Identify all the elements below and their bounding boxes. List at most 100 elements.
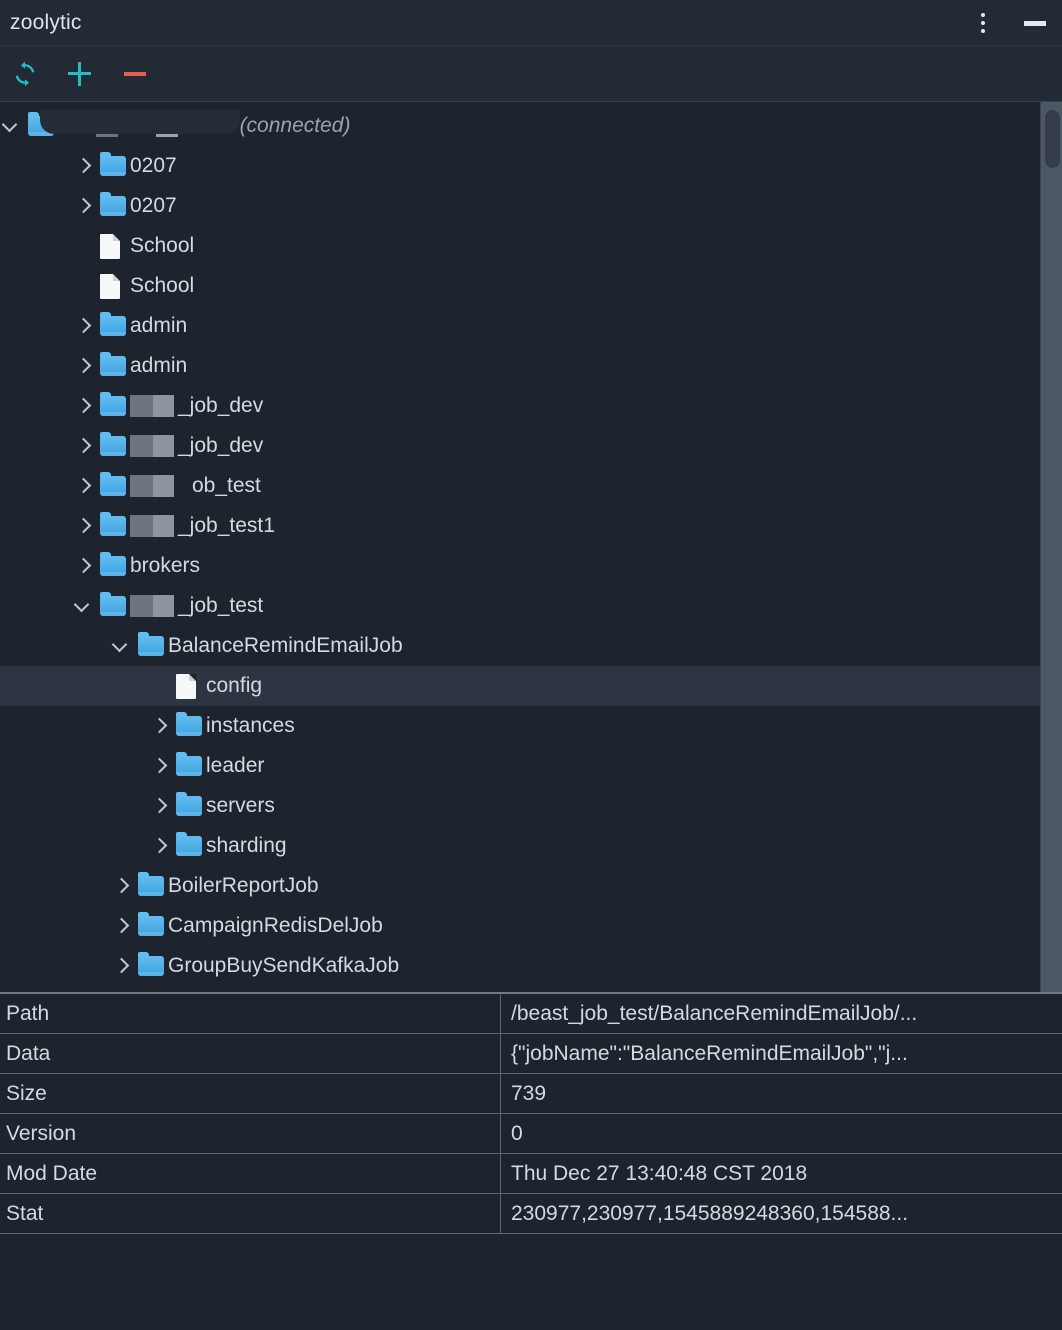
chevron-right-icon[interactable] — [72, 515, 94, 537]
tree-row-label: config — [206, 674, 262, 698]
detail-key: Mod Date — [0, 1154, 501, 1193]
tree-row[interactable]: leader — [0, 746, 1062, 786]
chevron-right-icon[interactable] — [72, 395, 94, 417]
chevron-down-icon[interactable] — [110, 635, 132, 657]
folder-icon — [138, 952, 168, 979]
tree-row-label: BalanceRemindEmailJob — [168, 634, 403, 658]
redaction-block — [130, 475, 174, 497]
tree-row[interactable]: BoilerReportJob — [0, 866, 1062, 906]
chevron-right-icon[interactable] — [72, 155, 94, 177]
tree-row[interactable]: School — [0, 226, 1062, 266]
table-row[interactable]: Mod Date Thu Dec 27 13:40:48 CST 2018 — [0, 1154, 1062, 1194]
detail-key: Version — [0, 1114, 501, 1153]
detail-value: /beast_job_test/BalanceRemindEmailJob/..… — [511, 1001, 918, 1025]
detail-key: Size — [0, 1074, 501, 1113]
tree-row-name: 0207 — [130, 154, 177, 177]
twisty-spacer — [148, 675, 170, 697]
tree-row-name: GroupBuySendKafkaJob — [168, 954, 400, 977]
tree-row[interactable]: admin — [0, 346, 1062, 386]
tree-row-label: BoilerReportJob — [168, 874, 319, 898]
detail-value: 739 — [511, 1081, 547, 1105]
file-icon — [176, 673, 206, 699]
chevron-right-icon[interactable] — [148, 795, 170, 817]
folder-icon — [100, 512, 130, 539]
tree-row-label: _job_test1 — [130, 514, 275, 538]
toolbar — [0, 46, 1062, 102]
title-bar: zoolytic — [0, 0, 1062, 46]
chevron-down-icon[interactable] — [0, 115, 22, 137]
tree-row[interactable]: CampaignRedisDelJob — [0, 906, 1062, 946]
table-row[interactable]: Size 739 — [0, 1074, 1062, 1114]
tree-row-name: config — [206, 674, 263, 697]
tree-row-name: _job_dev — [178, 434, 264, 457]
minimize-icon[interactable] — [1022, 10, 1048, 36]
chevron-right-icon[interactable] — [110, 915, 132, 937]
tree-row[interactable]: _job_test — [0, 586, 1062, 626]
tree-scrollbar-thumb[interactable] — [1045, 110, 1060, 168]
folder-icon — [138, 872, 168, 899]
table-row[interactable]: Stat 230977,230977,1545889248360,154588..… — [0, 1194, 1062, 1234]
tree-row-name: _job_test1 — [178, 514, 275, 537]
chevron-right-icon[interactable] — [148, 715, 170, 737]
tree-row-name: sharding — [206, 834, 287, 857]
chevron-right-icon[interactable] — [110, 955, 132, 977]
tree-row[interactable]: servers — [0, 786, 1062, 826]
redaction-block — [130, 595, 174, 617]
tree-row[interactable]: 0207 — [0, 146, 1062, 186]
chevron-right-icon[interactable] — [72, 355, 94, 377]
tree-row-name: CampaignRedisDelJob — [168, 914, 383, 937]
tree-row[interactable]: sharding — [0, 826, 1062, 866]
chevron-right-icon[interactable] — [72, 435, 94, 457]
kebab-menu-icon[interactable] — [974, 10, 992, 36]
chevron-right-icon[interactable] — [72, 475, 94, 497]
folder-icon — [100, 352, 130, 379]
refresh-icon[interactable] — [10, 59, 40, 89]
folder-icon — [100, 552, 130, 579]
folder-icon — [176, 832, 206, 859]
folder-icon — [100, 592, 130, 619]
folder-icon — [138, 632, 168, 659]
tree-row-label: brokers — [130, 554, 200, 578]
chevron-right-icon[interactable] — [72, 315, 94, 337]
tree-row[interactable]: School — [0, 266, 1062, 306]
tree-row-label: servers — [206, 794, 275, 818]
tree-row-name: School — [130, 234, 195, 257]
file-icon — [100, 273, 130, 299]
app-title: zoolytic — [10, 10, 82, 34]
tree-row[interactable]: config — [0, 666, 1062, 706]
chevron-down-icon[interactable] — [72, 595, 94, 617]
tree-row[interactable]: 0207 — [0, 186, 1062, 226]
chevron-right-icon[interactable] — [148, 835, 170, 857]
add-node-button[interactable] — [64, 59, 94, 89]
tree-row[interactable]: ob_test — [0, 466, 1062, 506]
tree-row[interactable]: GroupBuySendKafkaJob — [0, 946, 1062, 986]
folder-icon — [176, 792, 206, 819]
tree-row-name: BalanceRemindEmailJob — [168, 634, 403, 657]
tree-row-root[interactable]: :2181 (connected) — [0, 106, 1062, 146]
tree-row[interactable]: _job_test1 — [0, 506, 1062, 546]
table-row[interactable]: Version 0 — [0, 1114, 1062, 1154]
chevron-right-icon[interactable] — [110, 875, 132, 897]
refresh-glyph — [15, 61, 35, 86]
remove-node-button[interactable] — [118, 59, 148, 89]
tree-scrollbar[interactable] — [1040, 102, 1062, 992]
chevron-right-icon[interactable] — [72, 555, 94, 577]
tree-row-name: BoilerReportJob — [168, 874, 319, 897]
tree-row[interactable]: brokers — [0, 546, 1062, 586]
tree-row[interactable]: BalanceRemindEmailJob — [0, 626, 1062, 666]
tree-row[interactable]: instances — [0, 706, 1062, 746]
folder-icon — [100, 472, 130, 499]
tree-row[interactable]: admin — [0, 306, 1062, 346]
node-details-table: Path/beast_job_test/BalanceRemindEmailJo… — [0, 992, 1062, 1234]
table-row[interactable]: Path/beast_job_test/BalanceRemindEmailJo… — [0, 994, 1062, 1034]
chevron-right-icon[interactable] — [72, 195, 94, 217]
chevron-right-icon[interactable] — [148, 755, 170, 777]
tree-row[interactable]: _job_dev — [0, 386, 1062, 426]
root-status: (connected) — [239, 114, 351, 137]
table-row[interactable]: Data {"jobName":"BalanceRemindEmailJob","… — [0, 1034, 1062, 1074]
tree-row-label: _job_dev — [130, 394, 263, 418]
tree-row-label: 0207 — [130, 194, 177, 218]
tree-row[interactable]: _job_dev — [0, 426, 1062, 466]
tree-row-label: School — [130, 234, 194, 258]
folder-icon — [100, 152, 130, 179]
